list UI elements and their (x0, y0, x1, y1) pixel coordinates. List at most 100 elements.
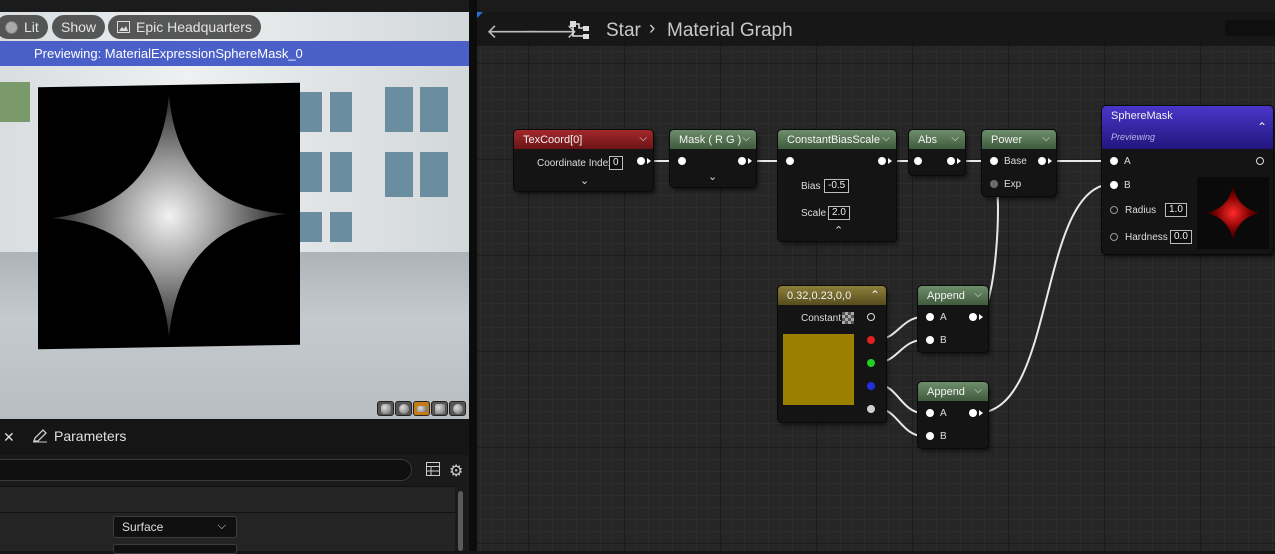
chevron-down-icon[interactable]: ⌵ (882, 133, 890, 144)
expand-chevron-icon[interactable]: ⌄ (708, 170, 717, 183)
sphere-icon (398, 403, 409, 414)
hardness-value[interactable]: 0.0 (1170, 230, 1192, 244)
hardness-input-pin[interactable] (1110, 233, 1118, 241)
cylinder-shape-button[interactable] (377, 401, 394, 416)
breadcrumb-current: Material Graph (667, 20, 793, 41)
chevron-down-icon[interactable]: ⌵ (974, 385, 982, 396)
output-arrow-icon (979, 410, 983, 416)
node-sphere-mask[interactable]: SphereMask Previewing ⌃ A B Radius 1.0 H… (1102, 106, 1273, 254)
output-pin[interactable] (969, 409, 977, 417)
base-input-pin[interactable] (990, 157, 998, 165)
a-output-pin[interactable] (867, 405, 875, 413)
chevron-down-icon[interactable]: ⌵ (1042, 133, 1050, 144)
blend-mode-dropdown[interactable] (113, 544, 237, 554)
node-append1-title-text: Append (927, 289, 965, 302)
scene-button[interactable]: Epic Headquarters (108, 15, 261, 39)
input-pin[interactable] (786, 157, 794, 165)
chevron-up-icon[interactable]: ⌃ (870, 288, 880, 302)
output-pin[interactable] (738, 157, 746, 165)
sphere-shape-button[interactable] (395, 401, 412, 416)
node-mask[interactable]: Mask ( R G ) ⌵ ⌄ (670, 130, 756, 187)
radius-value[interactable]: 1.0 (1165, 203, 1187, 217)
radius-input-pin[interactable] (1110, 206, 1118, 214)
tab-parameters[interactable]: Parameters (32, 428, 126, 444)
r-output-pin[interactable] (867, 336, 875, 344)
table-view-icon[interactable] (426, 462, 440, 476)
output-pin[interactable] (1038, 157, 1046, 165)
details-search-input[interactable] (0, 459, 412, 481)
parameters-tab-label: Parameters (54, 428, 127, 444)
pencil-icon (33, 429, 47, 443)
graph-breadcrumb-bar: 🡐 🡒 Star › Material Graph (477, 12, 1275, 46)
chevron-down-icon[interactable]: ⌵ (742, 133, 750, 144)
material-graph-canvas[interactable]: TexCoord[0] ⌵ Coordinate Index 0 ⌄ Mask … (477, 12, 1275, 551)
node-abs[interactable]: Abs ⌵ (909, 130, 965, 175)
preview-viewport[interactable]: Lit Show Epic Headquarters Previewing: M… (0, 12, 469, 419)
scale-value[interactable]: 2.0 (828, 206, 850, 220)
building-window (420, 152, 448, 197)
a-input-pin[interactable] (1110, 157, 1118, 165)
plane-shape-button[interactable] (413, 401, 430, 416)
chevron-down-icon[interactable]: ⌵ (639, 133, 647, 144)
output-pin[interactable] (1256, 157, 1264, 165)
node-append-2[interactable]: Append ⌵ A B (918, 382, 988, 448)
building-window (385, 87, 413, 132)
input-pin[interactable] (914, 157, 922, 165)
node-power-title: Power ⌵ (982, 130, 1056, 149)
node-spheremask-title-text: SphereMask (1111, 110, 1173, 122)
chevron-down-icon[interactable]: ⌵ (974, 289, 982, 300)
radius-label: Radius (1125, 205, 1157, 216)
b-label: B (940, 335, 947, 346)
node-append2-title: Append ⌵ (918, 382, 988, 401)
preview-banner: Previewing: MaterialExpressionSphereMask… (0, 41, 469, 66)
panel-splitter[interactable] (469, 0, 477, 551)
collapse-chevron-icon[interactable]: ⌃ (834, 224, 843, 237)
b-label: B (1124, 180, 1131, 191)
building-window (420, 87, 448, 132)
rgba-output-pin[interactable] (867, 313, 875, 321)
b-output-pin[interactable] (867, 382, 875, 390)
show-label: Show (61, 19, 97, 35)
g-output-pin[interactable] (867, 359, 875, 367)
breadcrumb-root[interactable]: Star (606, 20, 641, 42)
node-texcoord[interactable]: TexCoord[0] ⌵ Coordinate Index 0 ⌄ (514, 130, 653, 191)
material-domain-dropdown[interactable]: Surface ⌵ (113, 516, 237, 538)
lit-mode-button[interactable]: Lit (0, 15, 48, 39)
b-input-pin[interactable] (926, 336, 934, 344)
chevron-down-icon[interactable]: ⌵ (951, 133, 959, 144)
node-abs-title: Abs ⌵ (909, 130, 965, 149)
node-power[interactable]: Power ⌵ Base Exp (982, 130, 1056, 196)
chevron-up-icon[interactable]: ⌃ (1257, 120, 1267, 134)
close-icon[interactable]: ✕ (3, 429, 15, 446)
node-constant-vector[interactable]: 0.32,0.23,0,0 ⌃ Constant (778, 286, 886, 422)
output-pin[interactable] (878, 157, 886, 165)
output-pin[interactable] (637, 157, 645, 165)
output-pin[interactable] (947, 157, 955, 165)
show-button[interactable]: Show (52, 15, 106, 39)
building-window (300, 152, 322, 192)
cube-shape-button[interactable] (431, 401, 448, 416)
node-append-1[interactable]: Append ⌵ A B (918, 286, 988, 352)
graph-top-strip (477, 0, 1275, 12)
details-scrollbar-thumb[interactable] (458, 491, 463, 551)
b-input-pin[interactable] (926, 432, 934, 440)
base-label: Base (1004, 156, 1027, 167)
a-input-pin[interactable] (926, 409, 934, 417)
input-pin[interactable] (678, 157, 686, 165)
bias-value[interactable]: -0.5 (824, 179, 850, 193)
building-window (330, 212, 352, 242)
preview-text: Previewing: MaterialExpressionSphereMask… (34, 46, 303, 61)
hierarchy-icon (570, 21, 589, 39)
b-input-pin[interactable] (1110, 181, 1118, 189)
exp-input-pin[interactable] (990, 180, 998, 188)
coordinate-index-value[interactable]: 0 (609, 156, 623, 170)
a-input-pin[interactable] (926, 313, 934, 321)
teapot-shape-button[interactable] (449, 401, 466, 416)
graph-header-field[interactable] (1225, 20, 1275, 36)
node-constant-bias-scale[interactable]: ConstantBiasScale ⌵ Bias -0.5 Scale 2.0 … (778, 130, 896, 241)
expand-chevron-icon[interactable]: ⌄ (580, 174, 589, 187)
gear-icon[interactable]: ⚙ (449, 461, 463, 480)
graph-wires (644, 160, 1114, 437)
output-pin[interactable] (969, 313, 977, 321)
output-arrow-icon (647, 158, 651, 164)
